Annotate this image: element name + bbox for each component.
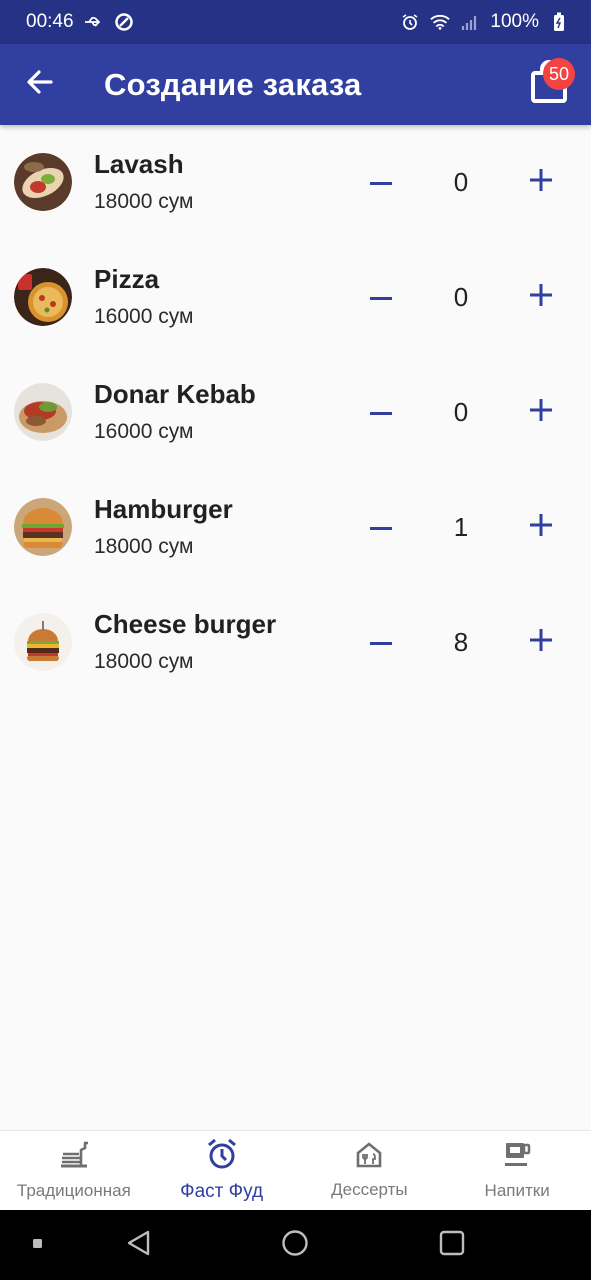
product-row: Hamburger 18000 сум 1 <box>0 470 591 585</box>
system-home-button[interactable] <box>279 1229 311 1261</box>
tab-drinks[interactable]: Напитки <box>443 1131 591 1210</box>
tab-label: Традиционная <box>16 1181 131 1200</box>
pizza-image <box>14 268 72 326</box>
square-dot-icon <box>33 1236 43 1254</box>
battery-percent: 100% <box>490 11 539 32</box>
plus-icon <box>530 283 552 311</box>
product-row: Donar Kebab 16000 сум 0 <box>0 355 591 470</box>
product-name: Hamburger <box>94 494 233 524</box>
decrease-quantity-button[interactable] <box>360 161 402 203</box>
coffee-cup-icon <box>502 1140 532 1175</box>
decrease-quantity-button[interactable] <box>360 621 402 663</box>
product-row: Lavash 18000 сум 0 <box>0 125 591 240</box>
plus-icon <box>530 168 552 196</box>
product-name: Pizza <box>94 264 160 294</box>
product-price: 16000 сум <box>94 305 194 328</box>
tab-label: Напитки <box>484 1181 550 1200</box>
app-bar: Создание заказа 50 <box>0 44 591 125</box>
back-button[interactable] <box>0 44 80 125</box>
increase-quantity-button[interactable] <box>520 506 562 548</box>
status-bar: 00:46 100% <box>0 0 591 44</box>
minus-icon <box>370 633 392 651</box>
quantity-value: 8 <box>453 627 469 657</box>
product-list: Lavash 18000 сум 0 Pizza 16000 сум 0 Don… <box>0 125 591 700</box>
product-price: 18000 сум <box>94 190 194 213</box>
minus-icon <box>370 518 392 536</box>
wifi-icon <box>430 12 451 32</box>
quantity-value: 0 <box>453 167 469 197</box>
decrease-quantity-button[interactable] <box>360 276 402 318</box>
square-recents-icon <box>439 1230 465 1261</box>
restaurant-icon <box>355 1141 383 1174</box>
quantity-value: 1 <box>453 512 469 542</box>
alarm-clock-icon <box>206 1138 238 1175</box>
system-recents-button[interactable] <box>436 1229 468 1261</box>
minus-icon <box>370 288 392 306</box>
minus-icon <box>370 173 392 191</box>
product-row: Pizza 16000 сум 0 <box>0 240 591 355</box>
usb-icon <box>84 12 104 32</box>
lavash-image <box>14 153 72 211</box>
product-price: 16000 сум <box>94 420 194 443</box>
product-row: Cheese burger 18000 сум 8 <box>0 585 591 700</box>
plus-icon <box>530 398 552 426</box>
recents-dot-button[interactable] <box>22 1229 54 1261</box>
alarm-icon <box>400 12 420 32</box>
decrease-quantity-button[interactable] <box>360 506 402 548</box>
quantity-value: 0 <box>453 282 469 312</box>
hamburger-image <box>14 498 72 556</box>
food-tray-icon <box>57 1140 91 1175</box>
status-time: 00:46 <box>26 11 74 32</box>
tab-label: Фаст Фуд <box>180 1181 264 1202</box>
product-name: Cheese burger <box>94 609 277 639</box>
bottom-navigation: Традиционная Фаст Фуд Дессерты Напитки <box>0 1130 591 1210</box>
increase-quantity-button[interactable] <box>520 391 562 433</box>
cheese-burger-image <box>14 613 72 671</box>
tab-desserts[interactable]: Дессерты <box>296 1131 444 1210</box>
system-navigation-bar <box>0 1210 591 1280</box>
product-name: Lavash <box>94 149 184 179</box>
triangle-back-icon <box>125 1229 151 1262</box>
product-price: 18000 сум <box>94 650 194 673</box>
signal-icon <box>460 12 480 32</box>
circle-home-icon <box>281 1229 309 1262</box>
plus-icon <box>530 513 552 541</box>
product-name: Donar Kebab <box>94 379 256 409</box>
cart-badge: 50 <box>543 58 575 90</box>
tab-fast-food[interactable]: Фаст Фуд <box>148 1131 296 1210</box>
minus-icon <box>370 403 392 421</box>
decrease-quantity-button[interactable] <box>360 391 402 433</box>
quantity-value: 0 <box>453 397 469 427</box>
donar-kebab-image <box>14 383 72 441</box>
tab-label: Дессерты <box>331 1180 408 1199</box>
increase-quantity-button[interactable] <box>520 621 562 663</box>
arrow-back-icon <box>26 68 54 101</box>
battery-icon <box>549 12 569 32</box>
increase-quantity-button[interactable] <box>520 276 562 318</box>
product-price: 18000 сум <box>94 535 194 558</box>
increase-quantity-button[interactable] <box>520 161 562 203</box>
plus-icon <box>530 628 552 656</box>
data-saver-icon <box>114 12 134 32</box>
cart-button[interactable]: 50 <box>519 52 579 116</box>
system-back-button[interactable] <box>122 1229 154 1261</box>
tab-traditional[interactable]: Традиционная <box>0 1131 148 1210</box>
page-title: Создание заказа <box>104 66 362 102</box>
